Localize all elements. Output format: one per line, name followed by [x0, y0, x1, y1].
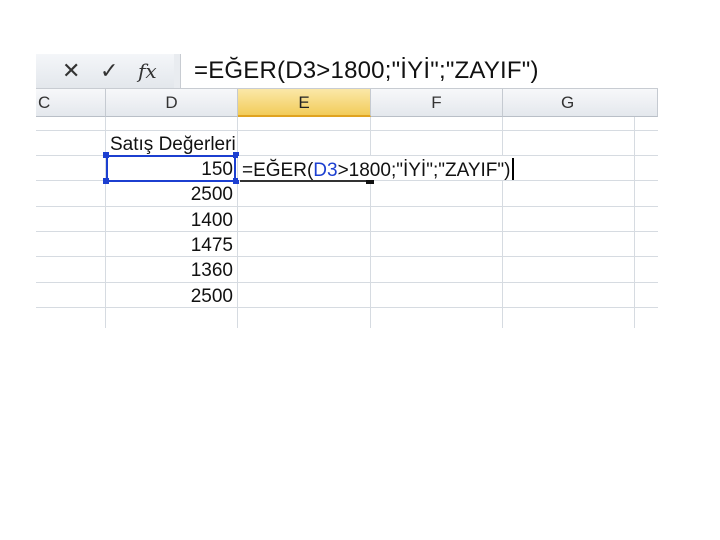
column-header-g[interactable]: G: [503, 89, 658, 117]
column-header-c[interactable]: C: [36, 89, 106, 117]
formula-bar: ✕ ✓ fx =EĞER(D3>1800;"İYİ";"ZAYIF"): [36, 54, 658, 89]
formula-input[interactable]: =EĞER(D3>1800;"İYİ";"ZAYIF"): [194, 57, 539, 85]
cell-d2-header[interactable]: Satış Değerleri: [110, 134, 236, 156]
cancel-icon[interactable]: ✕: [62, 58, 80, 84]
cell-d7[interactable]: 1360: [108, 260, 233, 282]
selection-handle[interactable]: [103, 152, 109, 158]
formula-prefix: =EĞER(: [242, 160, 314, 181]
column-header-f[interactable]: F: [371, 89, 503, 117]
fill-handle[interactable]: [366, 180, 374, 184]
formula-suffix: >1800;"İYİ";"ZAYIF"): [337, 160, 511, 181]
column-header-d[interactable]: D: [106, 89, 238, 117]
formula-bar-controls: ✕ ✓ fx: [36, 54, 175, 88]
selection-handle[interactable]: [103, 178, 109, 184]
text-cursor: [512, 158, 515, 180]
enter-icon[interactable]: ✓: [100, 58, 118, 84]
formula-bar-divider: [174, 54, 181, 88]
cell-d6[interactable]: 1475: [108, 235, 233, 257]
cell-d8[interactable]: 2500: [108, 286, 233, 308]
reference-highlight-d3: [106, 155, 236, 182]
cell-grid[interactable]: Satış Değerleri 150 2500 1400 1475 1360 …: [36, 117, 658, 328]
cell-d4[interactable]: 2500: [108, 184, 233, 206]
formula-reference-d3: D3: [313, 160, 338, 181]
column-header-e[interactable]: E: [238, 89, 371, 117]
cell-d5[interactable]: 1400: [108, 210, 233, 232]
edit-underline: [240, 180, 366, 182]
insert-function-icon[interactable]: fx: [138, 59, 157, 83]
cell-e3-formula[interactable]: =EĞER(D3>1800;"İYİ";"ZAYIF"): [242, 158, 515, 182]
spreadsheet: ✕ ✓ fx =EĞER(D3>1800;"İYİ";"ZAYIF") C D …: [36, 54, 658, 328]
